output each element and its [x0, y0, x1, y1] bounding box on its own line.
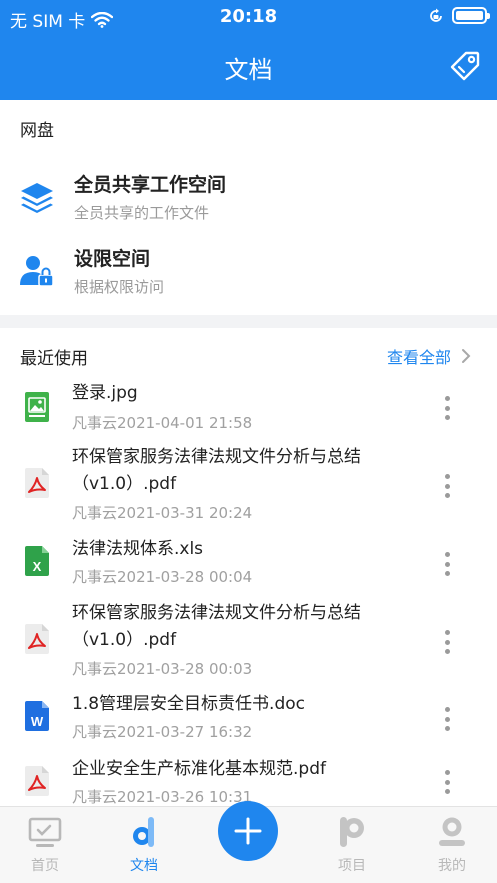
add-button[interactable]: [218, 801, 278, 861]
profile-icon: [439, 817, 465, 846]
space-title: 全员共享工作空间: [74, 174, 227, 196]
file-row[interactable]: 环保管家服务法律法规文件分析与总结（v1.0）.pdf 凡事云2021-03-2…: [0, 600, 497, 686]
file-row[interactable]: 环保管家服务法律法规文件分析与总结（v1.0）.pdf 凡事云2021-03-3…: [0, 444, 497, 530]
svg-text:X: X: [33, 559, 42, 574]
user-lock-icon: [20, 256, 54, 287]
page-title: 文档: [224, 56, 273, 84]
tab-label: 文档: [130, 858, 158, 874]
netdisk-section: 网盘 全员共享工作空间 全员共享的工作文件 设限空间 根据权限访问: [0, 100, 497, 315]
status-right: [428, 7, 490, 24]
tab-label: 首页: [31, 858, 59, 874]
file-row[interactable]: W 1.8管理层安全目标责任书.doc 凡事云2021-03-27 16:32: [0, 691, 497, 749]
pdf-file-icon: [25, 766, 49, 796]
file-meta: 凡事云2021-04-01 21:58: [72, 414, 253, 432]
top-header: 无 SIM 卡 20:18 文档: [0, 0, 497, 100]
see-all-label: 查看全部: [386, 348, 451, 367]
plus-icon: [234, 817, 262, 845]
image-file-icon: [25, 392, 49, 422]
more-options-icon[interactable]: [437, 472, 457, 500]
file-name: 登录.jpg: [72, 383, 138, 403]
excel-file-icon: X: [25, 546, 49, 576]
recent-section-title: 最近使用: [20, 349, 88, 369]
file-row[interactable]: 企业安全生产标准化基本规范.pdf 凡事云2021-03-26 10:31: [0, 756, 497, 806]
tab-label: 项目: [338, 858, 366, 874]
tab-profile[interactable]: 我的: [412, 815, 492, 875]
orientation-lock-icon: [430, 8, 442, 22]
tab-projects[interactable]: 项目: [312, 815, 392, 875]
tab-bar: 首页 文档 项目 我的: [0, 801, 497, 883]
document-d-icon: [133, 817, 154, 847]
monitor-icon: [28, 817, 62, 847]
file-meta: 凡事云2021-03-28 00:04: [72, 568, 253, 586]
file-meta: 凡事云2021-03-27 16:32: [72, 723, 253, 741]
word-file-icon: W: [25, 701, 49, 731]
more-options-icon[interactable]: [437, 705, 457, 733]
pdf-file-icon: [25, 624, 49, 654]
tab-documents[interactable]: 文档: [104, 815, 184, 875]
chevron-right-icon: [462, 349, 471, 363]
file-row[interactable]: X 法律法规体系.xls 凡事云2021-03-28 00:04: [0, 536, 497, 594]
status-bar: 无 SIM 卡 20:18: [0, 0, 497, 34]
tag-button[interactable]: [447, 48, 483, 84]
svg-text:W: W: [31, 714, 44, 729]
layers-icon: [21, 183, 53, 213]
file-name: 法律法规体系.xls: [72, 539, 204, 559]
see-all-link[interactable]: 查看全部: [387, 344, 471, 368]
tab-home[interactable]: 首页: [5, 815, 85, 875]
file-name: 企业安全生产标准化基本规范.pdf: [72, 759, 326, 779]
pdf-file-icon: [25, 468, 49, 498]
file-name: 环保管家服务法律法规文件分析与总结（v1.0）.pdf: [72, 447, 361, 494]
space-subtitle: 根据权限访问: [74, 278, 165, 296]
file-meta: 凡事云2021-03-26 10:31: [72, 788, 253, 806]
more-options-icon[interactable]: [437, 394, 457, 422]
file-meta: 凡事云2021-03-28 00:03: [72, 660, 253, 678]
recent-section: 最近使用 查看全部 登录.jpg 凡事云2021-04-01 21:58 环保管…: [0, 328, 497, 806]
clock: 20:18: [219, 6, 278, 27]
more-options-icon[interactable]: [437, 550, 457, 578]
space-subtitle: 全员共享的工作文件: [74, 204, 210, 222]
file-name: 1.8管理层安全目标责任书.doc: [72, 694, 305, 714]
space-title: 设限空间: [74, 248, 151, 270]
space-item-shared[interactable]: 全员共享工作空间 全员共享的工作文件: [0, 168, 497, 234]
file-name: 环保管家服务法律法规文件分析与总结（v1.0）.pdf: [72, 603, 361, 650]
more-options-icon[interactable]: [437, 768, 457, 796]
more-options-icon[interactable]: [437, 628, 457, 656]
space-item-restricted[interactable]: 设限空间 根据权限访问: [0, 242, 497, 308]
netdisk-section-title: 网盘: [20, 121, 54, 141]
tag-icon: [450, 51, 480, 81]
tab-label: 我的: [438, 858, 466, 874]
file-row[interactable]: 登录.jpg 凡事云2021-04-01 21:58: [0, 380, 497, 438]
battery-icon: [452, 7, 490, 24]
project-p-icon: [340, 817, 364, 847]
file-meta: 凡事云2021-03-31 20:24: [72, 504, 253, 522]
